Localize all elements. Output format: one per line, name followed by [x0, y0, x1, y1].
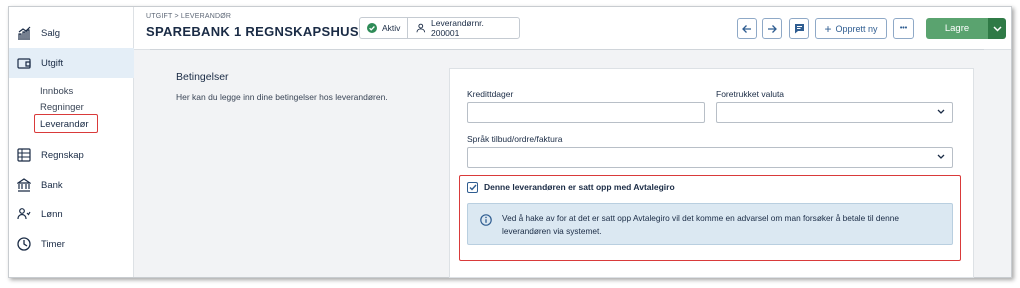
sidebar: Salg Utgift Innboks Regninger Leverandør… [9, 7, 134, 277]
people-icon [17, 208, 31, 220]
bank-icon [17, 178, 31, 192]
save-options-button[interactable] [988, 18, 1006, 39]
sidebar-item-label: Utgift [41, 57, 64, 69]
language-select[interactable] [467, 147, 953, 168]
sidebar-item-label: Timer [41, 238, 65, 250]
ledger-icon [17, 148, 31, 162]
avtalegiro-checkbox[interactable] [467, 182, 478, 193]
clock-icon [17, 237, 31, 251]
chevron-down-icon [937, 109, 945, 114]
section-title: Betingelser [176, 71, 229, 83]
previous-button[interactable] [737, 18, 757, 39]
comment-icon [794, 24, 804, 34]
info-icon [480, 214, 492, 226]
chevron-down-icon [937, 154, 945, 159]
check-circle-icon [367, 23, 377, 33]
save-button[interactable]: Lagre [926, 18, 988, 39]
currency-select[interactable] [716, 102, 953, 123]
sidebar-item-label: Salg [41, 27, 61, 39]
page-header: UTGIFT > LEVERANDØR SPAREBANK 1 REGNSKAP… [134, 7, 1011, 50]
status-label: Aktiv [382, 23, 401, 33]
status-badge: Aktiv [360, 18, 409, 38]
sidebar-item-utgift[interactable]: Utgift [9, 48, 134, 78]
more-button[interactable]: ••• [893, 18, 914, 39]
create-new-label: Opprett ny [835, 23, 878, 34]
sidebar-item-timer[interactable]: Timer [9, 229, 134, 259]
next-button[interactable] [762, 18, 782, 39]
language-label: Språk tilbud/ordre/faktura [467, 134, 563, 144]
page-title: SPAREBANK 1 REGNSKAPSHUS... [146, 24, 371, 39]
sidebar-item-bank[interactable]: Bank [9, 170, 134, 200]
comment-button[interactable] [789, 18, 809, 39]
sidebar-item-regnskap[interactable]: Regnskap [9, 140, 134, 170]
sidebar-item-salg[interactable]: Salg [9, 18, 134, 48]
checkmark-icon [469, 184, 477, 191]
create-new-button[interactable]: + Opprett ny [815, 18, 887, 39]
section-divider [150, 49, 984, 50]
arrow-right-icon [768, 24, 777, 33]
sidebar-subitem-innboks[interactable]: Innboks [40, 86, 73, 97]
wallet-icon [17, 58, 31, 69]
sidebar-item-label: Bank [41, 179, 63, 191]
currency-label: Foretrukket valuta [716, 89, 785, 99]
credit-days-label: Kredittdager [467, 89, 514, 99]
avtalegiro-checkbox-label[interactable]: Denne leverandøren er satt opp med Avtal… [484, 182, 675, 192]
sidebar-subitem-regninger[interactable]: Regninger [40, 102, 84, 113]
status-info-box: Aktiv Leverandørnr. 200001 [359, 17, 520, 39]
chart-icon [18, 26, 31, 40]
person-icon [416, 23, 426, 33]
supplier-number-label: Leverandørnr. 200001 [430, 18, 484, 38]
sidebar-item-label: Lønn [41, 208, 63, 220]
highlight-box-leverandor [34, 114, 98, 133]
arrow-left-icon [742, 24, 751, 33]
avtalegiro-info-box: Ved å hake av for at det er satt opp Avt… [467, 203, 953, 245]
supplier-number: Leverandørnr. 200001 [408, 18, 519, 38]
sidebar-item-lonn[interactable]: Lønn [9, 199, 134, 229]
chevron-down-icon [992, 25, 1002, 32]
info-text: Ved å hake av for at det er satt opp Avt… [502, 213, 899, 236]
credit-days-input[interactable] [467, 102, 705, 123]
sidebar-item-label: Regnskap [41, 149, 84, 161]
section-description: Her kan du legge inn dine betingelser ho… [176, 92, 388, 102]
breadcrumb[interactable]: UTGIFT > LEVERANDØR [146, 13, 231, 20]
plus-icon: + [824, 21, 832, 36]
